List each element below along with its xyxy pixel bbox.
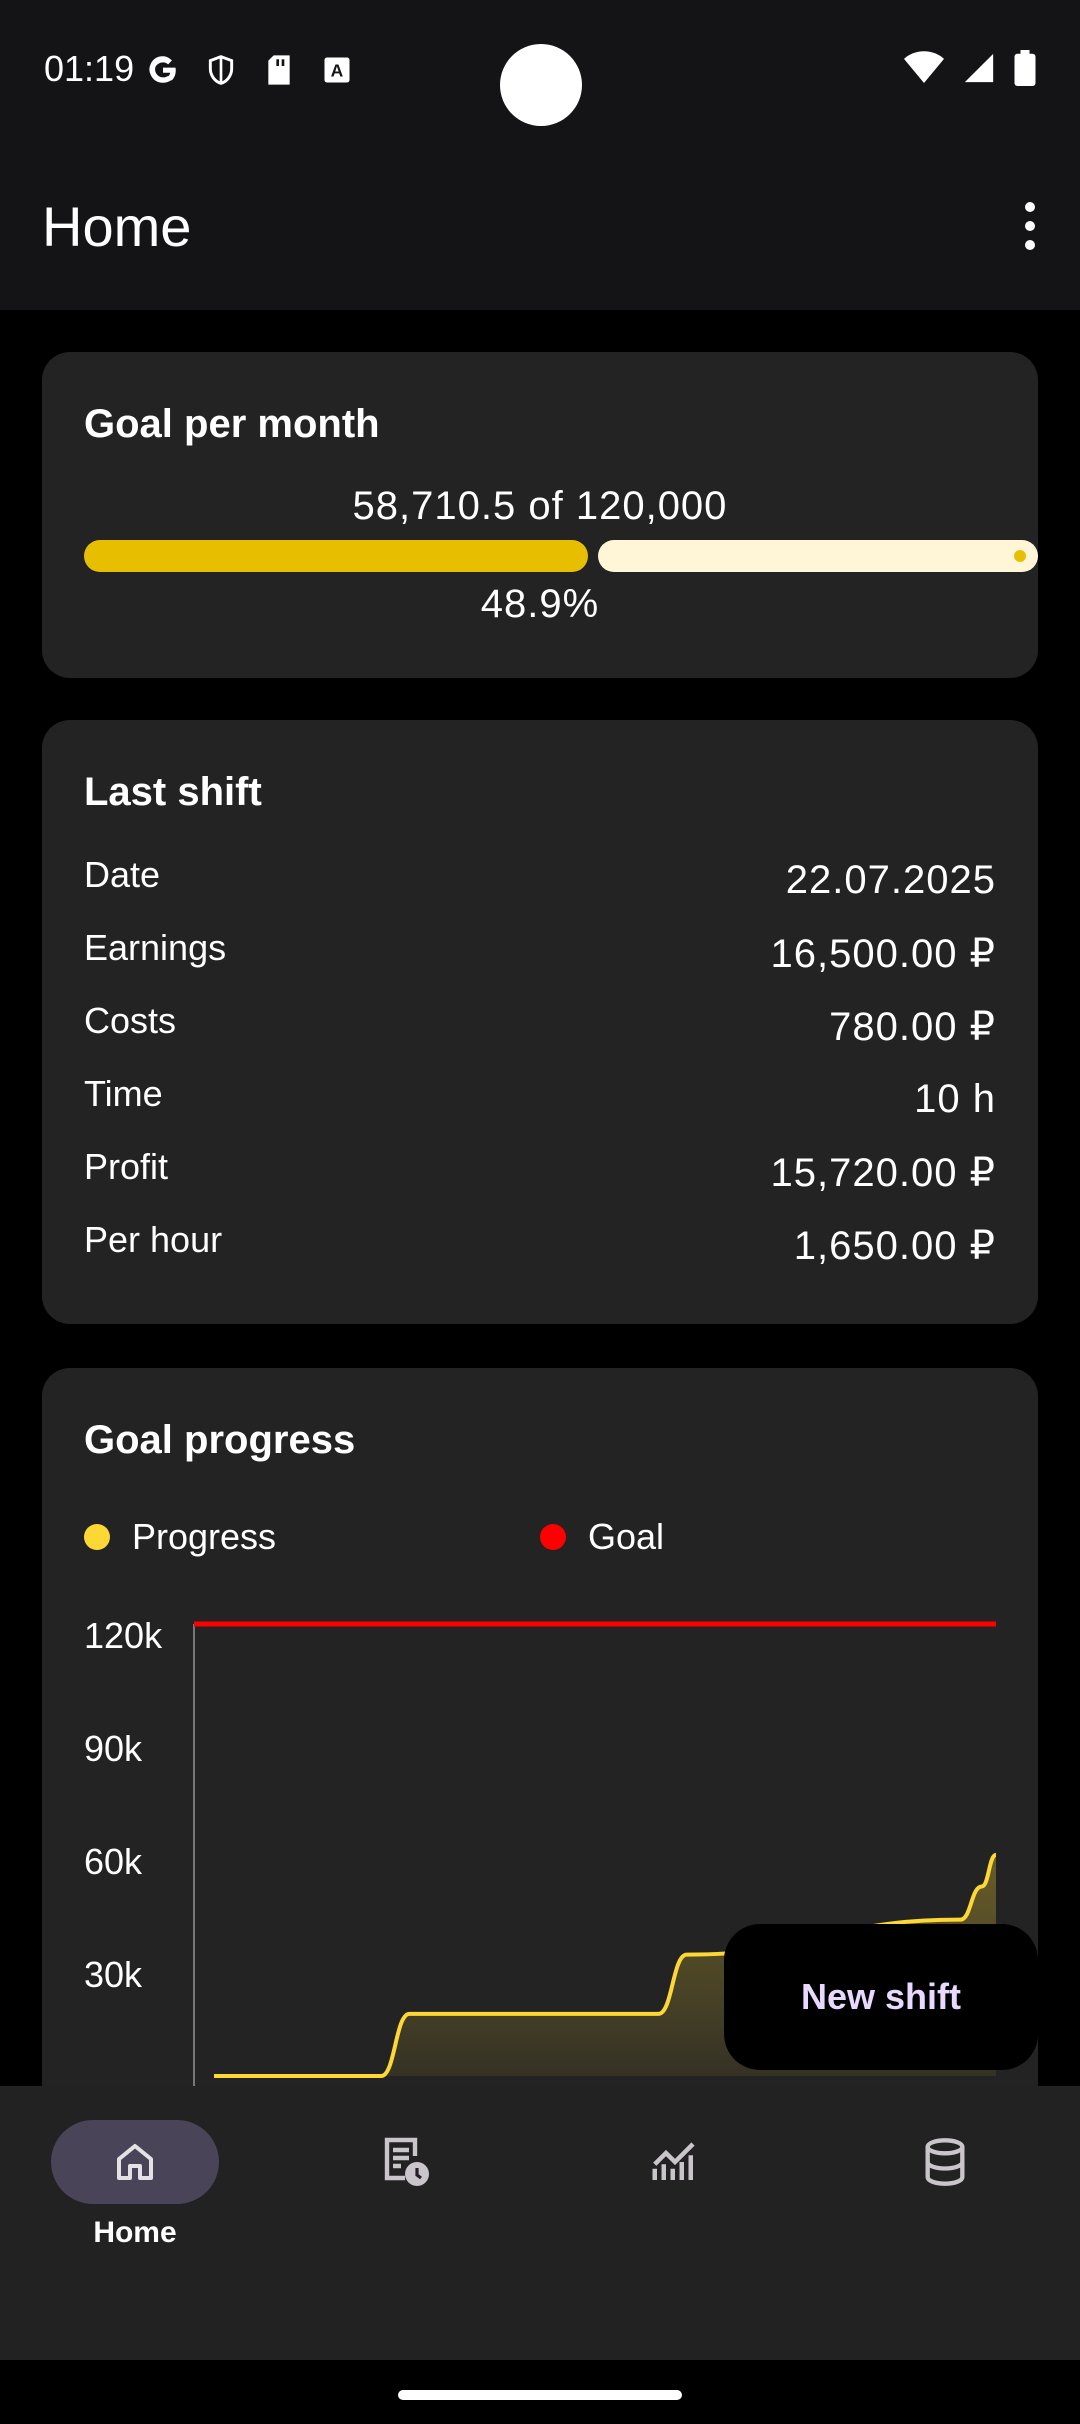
battery-icon (1014, 50, 1036, 86)
progress-point (656, 2012, 660, 2016)
shift-value: 10 h (914, 1077, 996, 1121)
keyboard-a-icon: A (319, 52, 355, 88)
app-bar: Home (0, 150, 1080, 310)
goal-progress-filled (84, 540, 588, 572)
nav-label-home: Home (93, 2216, 177, 2249)
database-icon (925, 2138, 965, 2186)
shift-value: 15,720.00 ₽ (770, 1151, 996, 1195)
last-shift-card: Last shift Date 22.07.2025 Earnings 16,5… (42, 720, 1038, 1324)
home-icon (117, 2144, 153, 2180)
more-vert-icon[interactable] (994, 186, 1066, 266)
goal-per-month-card: Goal per month 58,710.5 of 120,000 48.9% (42, 352, 1038, 678)
shift-row-profit: Profit 15,720.00 ₽ (84, 1146, 996, 1206)
shift-row-time: Time 10 h (84, 1073, 996, 1133)
nav-pill (861, 2120, 1029, 2204)
shield-icon (203, 52, 239, 88)
progress-point (958, 1918, 962, 1922)
status-icons-left: A (145, 52, 355, 88)
progress-point (994, 1853, 998, 1857)
new-shift-button[interactable]: New shift (724, 1924, 1038, 2070)
wifi-icon (904, 51, 944, 83)
shift-label: Date (84, 854, 161, 895)
goal-card-title: Goal per month (84, 402, 380, 446)
nav-item-database[interactable] (860, 2120, 1030, 2260)
y-tick-label: 120k (84, 1615, 163, 1656)
nav-pill (321, 2120, 489, 2204)
last-shift-title: Last shift (84, 770, 262, 814)
shift-value: 22.07.2025 (785, 858, 996, 902)
signal-icon (964, 53, 994, 83)
shift-label: Costs (84, 1000, 177, 1041)
progress-point (408, 2012, 412, 2016)
statistics-icon (652, 2142, 695, 2180)
goal-progress-remaining (598, 540, 1038, 572)
shift-row-date: Date 22.07.2025 (84, 854, 996, 914)
sd-card-icon (261, 52, 297, 88)
status-bar: 01:19 A (0, 0, 1080, 150)
shift-label: Earnings (84, 927, 227, 968)
page-title: Home (42, 195, 192, 258)
shift-label: Time (84, 1073, 163, 1114)
shift-history-icon (384, 2137, 429, 2186)
gesture-handle[interactable] (398, 2390, 682, 2400)
y-tick-label: 60k (84, 1841, 143, 1882)
nav-pill (51, 2120, 219, 2204)
shift-label: Per hour (84, 1219, 223, 1260)
shift-row-per-hour: Per hour 1,650.00 ₽ (84, 1219, 996, 1279)
gesture-area (0, 2360, 1080, 2424)
goal-percent: 48.9% (480, 582, 600, 626)
camera-cutout (500, 44, 582, 126)
progress-point (685, 1953, 689, 1957)
nav-pill (591, 2120, 759, 2204)
svg-text:A: A (331, 60, 344, 80)
progress-point (212, 2074, 216, 2078)
goal-progress-end-dot (1014, 550, 1026, 562)
shift-value: 780.00 ₽ (829, 1005, 996, 1049)
progress-point (980, 1885, 984, 1889)
shift-value: 1,650.00 ₽ (793, 1224, 996, 1268)
nav-item-shift-history[interactable] (320, 2120, 490, 2260)
shift-row-costs: Costs 780.00 ₽ (84, 1000, 996, 1060)
progress-point (379, 2074, 383, 2078)
y-tick-label: 30k (84, 1954, 143, 1995)
nav-item-statistics[interactable] (590, 2120, 760, 2260)
bottom-nav: Home (0, 2086, 1080, 2360)
goal-amount: 58,710.5 of 120,000 (352, 484, 728, 528)
shift-value: 16,500.00 ₽ (770, 932, 996, 976)
shift-label: Profit (84, 1146, 169, 1187)
status-time: 01:19 (44, 48, 135, 89)
y-tick-label: 90k (84, 1728, 143, 1769)
google-icon (145, 52, 181, 88)
shift-row-earnings: Earnings 16,500.00 ₽ (84, 927, 996, 987)
nav-item-home[interactable]: Home (50, 2120, 220, 2260)
status-icons-right (904, 50, 1036, 86)
